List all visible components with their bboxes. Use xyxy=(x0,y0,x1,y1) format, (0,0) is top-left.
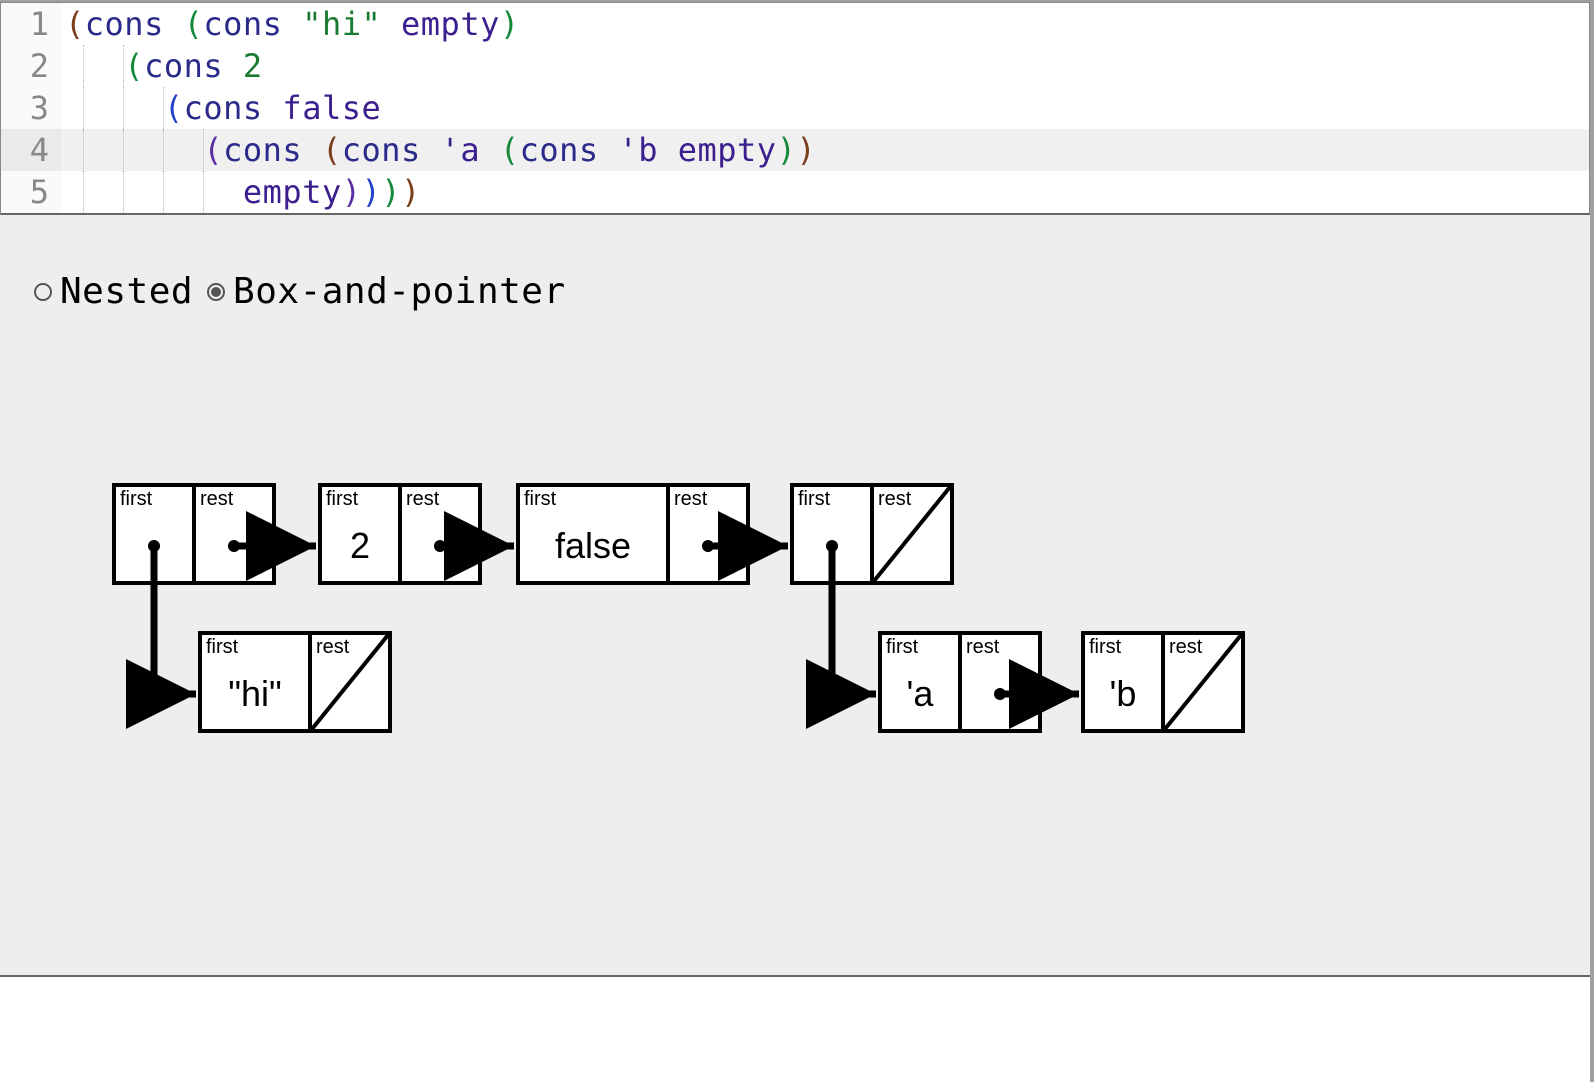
code: (cons (cons 'a (cons 'b empty)) xyxy=(61,129,816,171)
cell-value: 2 xyxy=(350,525,370,566)
rest-label: rest xyxy=(406,488,440,510)
app-window: 1 (cons (cons "hi" empty) 2 (cons 2 3 (c… xyxy=(0,0,1594,1082)
code-line: 1 (cons (cons "hi" empty) xyxy=(1,3,1589,45)
line-number: 1 xyxy=(1,3,61,45)
first-label: first xyxy=(1089,636,1122,658)
visualization-panel: Nested Box-and-pointer firstrestfirstres… xyxy=(0,215,1590,977)
first-label: first xyxy=(120,488,153,510)
line-number: 4 xyxy=(1,129,61,171)
cell-value: 'a xyxy=(907,673,935,714)
code-line: 3 (cons false xyxy=(1,87,1589,129)
code: (cons (cons "hi" empty) xyxy=(61,3,520,45)
rest-label: rest xyxy=(878,488,912,510)
first-label: first xyxy=(886,636,919,658)
cell-value: "hi" xyxy=(228,673,282,714)
rest-label: rest xyxy=(316,636,350,658)
line-number: 5 xyxy=(1,171,61,213)
cell-value: 'b xyxy=(1110,673,1137,714)
code-editor[interactable]: 1 (cons (cons "hi" empty) 2 (cons 2 3 (c… xyxy=(0,2,1590,215)
cell-value: false xyxy=(555,525,631,566)
code: empty)))) xyxy=(61,171,421,213)
code-line: 2 (cons 2 xyxy=(1,45,1589,87)
rest-label: rest xyxy=(674,488,708,510)
line-number: 2 xyxy=(1,45,61,87)
code-line-current: 4 (cons (cons 'a (cons 'b empty)) xyxy=(1,129,1589,171)
first-label: first xyxy=(326,488,359,510)
code: (cons false xyxy=(61,87,381,129)
code: (cons 2 xyxy=(61,45,263,87)
rest-label: rest xyxy=(200,488,234,510)
first-label: first xyxy=(206,636,239,658)
rest-label: rest xyxy=(966,636,1000,658)
code-line: 5 empty)))) xyxy=(1,171,1589,213)
first-label: first xyxy=(798,488,831,510)
line-number: 3 xyxy=(1,87,61,129)
rest-label: rest xyxy=(1169,636,1203,658)
box-pointer-diagram: first rest first rest 2 first rest false first re… xyxy=(0,215,1320,855)
first-label: first xyxy=(524,488,557,510)
